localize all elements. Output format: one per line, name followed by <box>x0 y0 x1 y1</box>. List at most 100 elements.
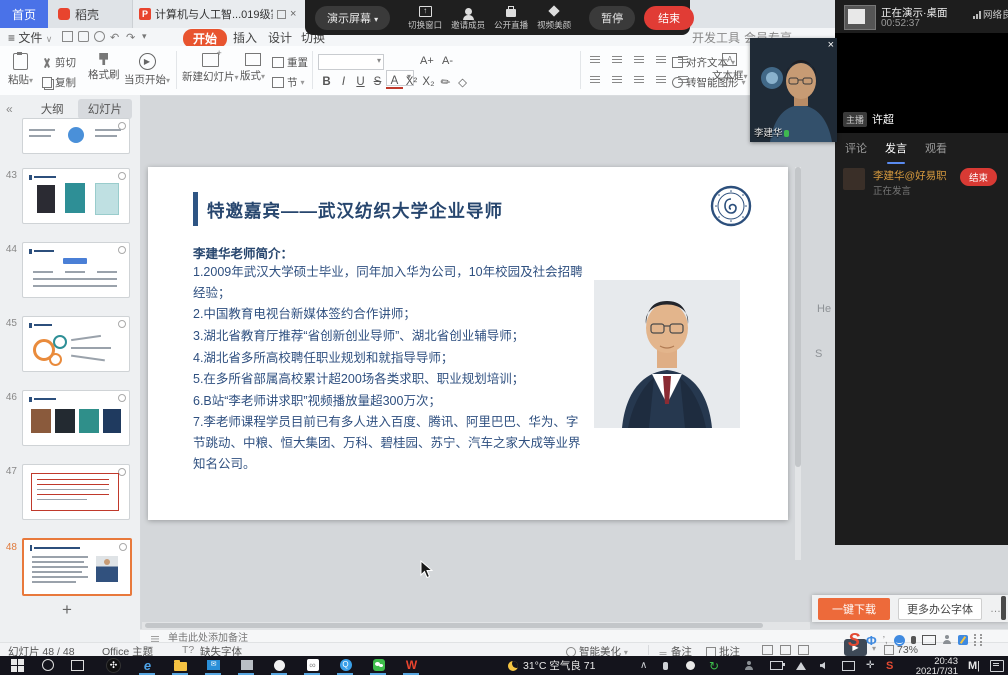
video-beauty-button[interactable]: 视频美颜 <box>537 5 571 31</box>
docer-tab[interactable]: 稻壳 <box>48 0 109 28</box>
decrease-indent-icon[interactable] <box>634 56 644 57</box>
redo-icon[interactable]: ↷ <box>126 31 135 44</box>
font-color-button[interactable]: A <box>386 75 403 89</box>
volume-icon[interactable] <box>820 656 825 675</box>
invite-members-button[interactable]: 邀请成员 <box>451 5 485 31</box>
shrink-font-button[interactable]: A- <box>442 55 453 67</box>
ime-language-indicator[interactable]: M| <box>968 656 980 675</box>
align-center-icon[interactable] <box>612 76 622 77</box>
normal-view-icon[interactable] <box>762 645 773 655</box>
justify-icon[interactable] <box>656 76 666 77</box>
layout-button[interactable]: 版式▾ <box>240 53 265 83</box>
file-menu[interactable]: ≡ 文件 ∨ <box>8 29 52 46</box>
save-icon[interactable] <box>62 31 73 42</box>
eraser-icon[interactable]: ◇ <box>454 75 471 89</box>
grow-font-button[interactable]: A+ <box>420 55 434 67</box>
collapse-sidebar-icon[interactable]: « <box>6 102 13 116</box>
ie-browser-button[interactable]: e <box>140 658 155 672</box>
slide-thumbnail-47[interactable] <box>22 464 130 520</box>
punctuation-mode-icon[interactable]: ’, <box>883 635 888 646</box>
align-left-icon[interactable] <box>590 76 600 77</box>
tab-slides[interactable]: 幻灯片 <box>78 99 133 119</box>
bold-button[interactable]: B <box>318 76 335 88</box>
ime-toolbox-icon[interactable] <box>958 635 968 645</box>
task-view-button[interactable] <box>70 658 85 672</box>
numbered-list-icon[interactable] <box>612 56 622 57</box>
end-share-button[interactable]: 结束 <box>644 6 694 30</box>
reading-view-icon[interactable] <box>798 645 809 655</box>
play-from-current-button[interactable]: ▶ 当页开始▾ <box>124 53 170 87</box>
tray-mic-icon[interactable] <box>663 656 668 675</box>
print-icon[interactable] <box>78 31 89 42</box>
cortana-button[interactable] <box>40 658 55 672</box>
voice-input-icon[interactable] <box>911 636 916 644</box>
slide-thumbnail-42[interactable] <box>22 118 130 154</box>
wifi-icon[interactable] <box>796 656 806 675</box>
tab-design[interactable]: 设计 <box>268 29 292 46</box>
pinwheel-app-button[interactable]: ✣ <box>106 658 121 672</box>
tab-outline[interactable]: 大纲 <box>41 101 64 117</box>
print-preview-icon[interactable] <box>94 31 105 42</box>
close-webcam-icon[interactable]: × <box>828 39 834 51</box>
horizontal-scrollbar[interactable] <box>142 622 810 629</box>
paste-button[interactable]: 粘贴▾ <box>8 53 33 87</box>
sogou-ime-icon[interactable]: S <box>848 630 860 650</box>
share-screen-dropdown[interactable]: 演示屏幕 ▾ <box>315 6 390 30</box>
undo-icon[interactable]: ↶ <box>110 31 119 44</box>
docs-app-button[interactable]: ∞ <box>305 658 320 672</box>
document-tab[interactable]: P 计算机与人工智...019级家长会 × <box>132 0 320 28</box>
file-explorer-button[interactable] <box>173 658 188 672</box>
slide-thumbnail-48-selected[interactable] <box>22 538 132 596</box>
tab-pin-icon[interactable] <box>277 10 286 19</box>
bullet-list-icon[interactable] <box>590 56 600 57</box>
start-button[interactable] <box>10 658 25 672</box>
ime-account-icon[interactable] <box>942 635 952 645</box>
pause-share-button[interactable]: 暂停 <box>589 6 635 30</box>
presentation-preview-thumbnail[interactable] <box>844 5 876 30</box>
photo-viewer-button[interactable] <box>239 658 254 672</box>
tray-sync-icon[interactable]: ↻ <box>709 656 719 675</box>
slide-thumbnail-44[interactable] <box>22 242 130 298</box>
format-painter-button[interactable]: 格式刷 <box>88 53 120 82</box>
end-speaking-button[interactable]: 结束 <box>960 168 997 186</box>
more-commands-icon[interactable]: ▾ <box>142 31 147 42</box>
tab-insert[interactable]: 插入 <box>233 29 257 46</box>
vertical-scrollbar-thumb[interactable] <box>795 167 801 467</box>
more-fonts-button[interactable]: 更多办公字体 <box>898 598 982 620</box>
host-video-area[interactable]: 主播 许超 <box>835 33 1008 133</box>
horizontal-scrollbar-thumb[interactable] <box>145 623 763 628</box>
superscript-button[interactable]: X² <box>403 76 420 88</box>
switch-window-button[interactable]: ↑ 切换窗口 <box>408 5 442 31</box>
clock[interactable]: 20:432021/7/31 <box>908 657 958 675</box>
tab-speaking[interactable]: 发言 <box>885 140 907 160</box>
cut-button[interactable]: 剪切 <box>42 55 76 70</box>
font-name-select[interactable] <box>318 54 384 70</box>
popup-scrollbar-thumb[interactable] <box>1001 596 1006 620</box>
wechat-button[interactable] <box>371 658 386 672</box>
underline-button[interactable]: U <box>352 76 369 88</box>
public-live-button[interactable]: 公开直播 <box>494 5 528 31</box>
add-slide-button[interactable]: + <box>62 600 72 620</box>
ime-drag-handle[interactable] <box>974 634 982 646</box>
textbox-button[interactable]: A 文本框▾ <box>712 53 748 83</box>
qq-app-button[interactable]: Q <box>338 658 353 672</box>
soft-keyboard-icon[interactable] <box>922 635 936 645</box>
emoji-picker-icon[interactable] <box>894 635 905 646</box>
strikethrough-button[interactable]: S <box>369 76 386 88</box>
weather-widget[interactable]: 31°C 空气良 71 <box>508 656 595 675</box>
tab-devtools[interactable]: 开发工具 <box>692 29 740 46</box>
tray-cross-icon[interactable]: ✛ <box>866 656 874 675</box>
wps-app-button[interactable]: W <box>404 658 419 672</box>
tab-comments[interactable]: 评论 <box>845 140 867 160</box>
slide-sorter-view-icon[interactable] <box>780 645 791 655</box>
align-right-icon[interactable] <box>634 76 644 77</box>
vertical-scrollbar[interactable] <box>795 167 801 560</box>
show-hidden-icons[interactable]: ∧ <box>640 656 647 675</box>
italic-button[interactable]: I <box>335 76 352 88</box>
battery-icon[interactable] <box>770 656 783 675</box>
new-slide-button[interactable]: 新建幻灯片▾ <box>182 53 239 84</box>
ime-mode-icon[interactable]: Φ <box>866 633 877 648</box>
reset-button[interactable]: 重置 <box>272 55 308 70</box>
slide-canvas[interactable]: 特邀嘉宾——武汉纺织大学企业导师 李建华老师简介： 1.2009年武汉大学硕士毕… <box>148 167 788 520</box>
tray-sogou-icon[interactable]: S <box>886 656 893 675</box>
